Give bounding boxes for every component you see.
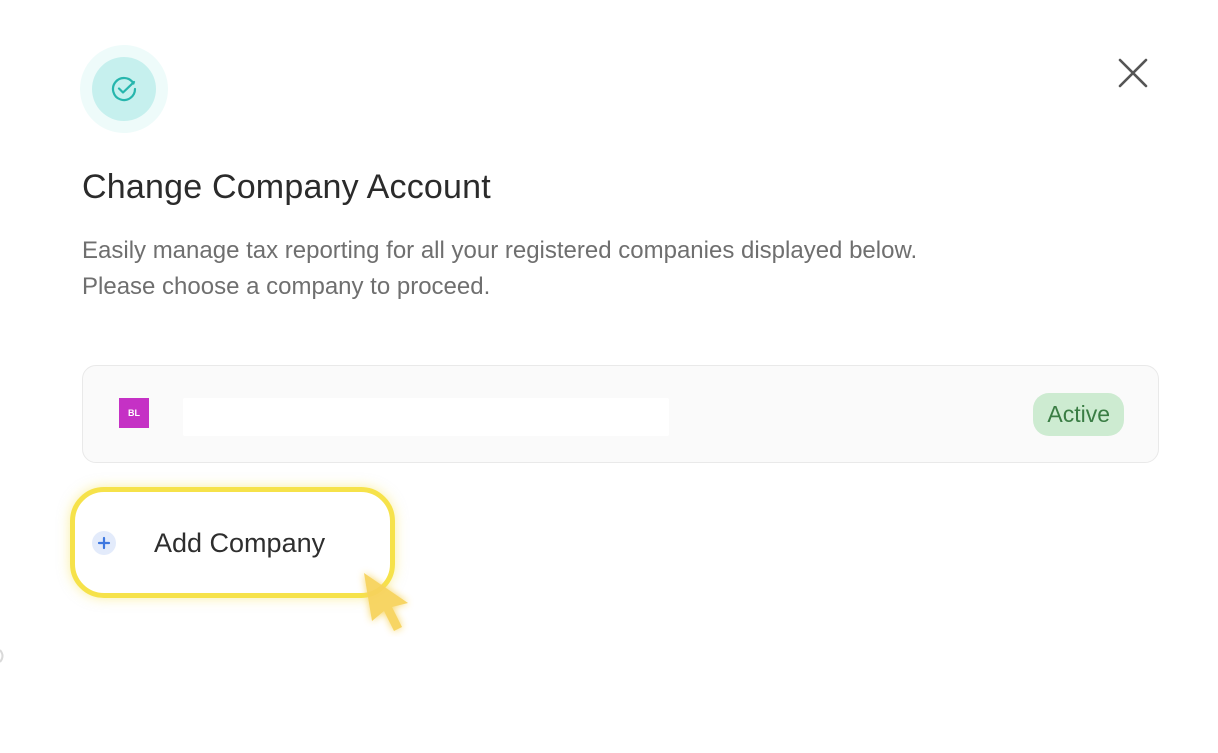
modal-description: Easily manage tax reporting for all your… xyxy=(82,233,1162,305)
company-avatar: BL xyxy=(119,398,149,428)
close-button[interactable] xyxy=(1112,52,1154,94)
header-badge xyxy=(80,45,168,133)
change-company-modal: Change Company Account Easily manage tax… xyxy=(0,0,1218,753)
company-item[interactable]: BL Active xyxy=(82,365,1159,463)
status-badge: Active xyxy=(1033,393,1124,436)
close-icon[interactable] xyxy=(1117,57,1149,89)
company-name xyxy=(183,398,669,436)
check-circle-icon xyxy=(111,76,137,102)
add-company-button[interactable]: Add Company xyxy=(92,520,325,566)
edge-mark xyxy=(0,649,4,663)
plus-circle-icon[interactable] xyxy=(92,531,116,555)
cursor-pointer-icon xyxy=(364,573,408,631)
add-company-label[interactable]: Add Company xyxy=(154,528,325,559)
modal-title: Change Company Account xyxy=(82,168,491,206)
description-line-2: Please choose a company to proceed. xyxy=(82,273,491,300)
description-line-1: Easily manage tax reporting for all your… xyxy=(82,237,918,264)
